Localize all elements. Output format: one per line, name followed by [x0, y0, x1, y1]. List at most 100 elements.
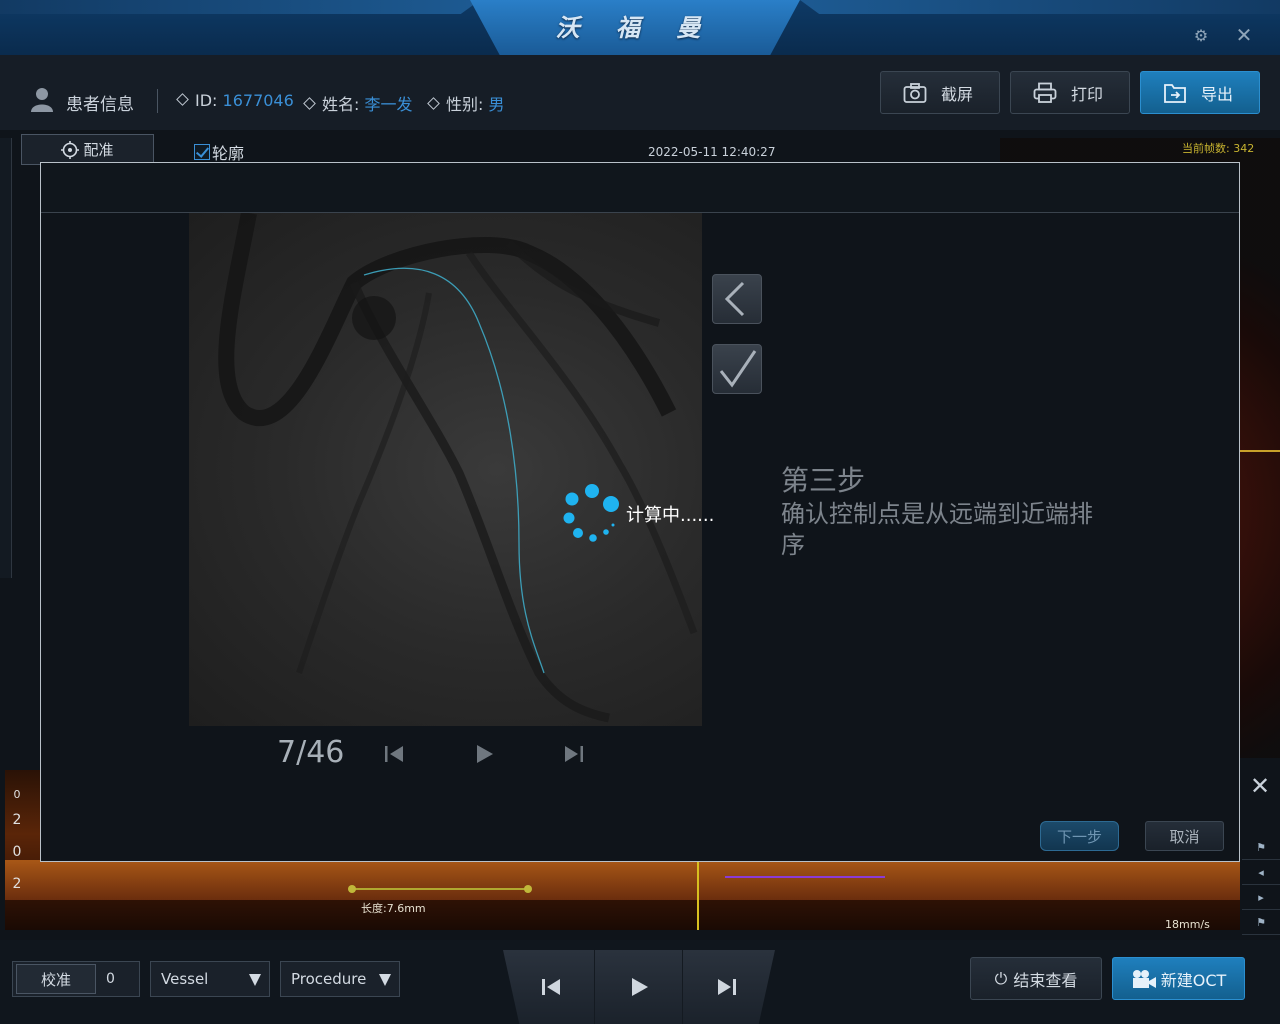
patient-name-value: 李一发: [364, 95, 413, 114]
close-icon[interactable]: ✕: [1234, 25, 1254, 45]
longitudinal-controls: ⚑ ◂ ▸ ⚑: [1242, 835, 1280, 935]
vessel-select[interactable]: Vessel: [150, 961, 270, 997]
export-label: 导出: [1201, 84, 1234, 104]
bottom-bar: 校准 0 Vessel Procedure ⏻ 结束查看 新建OCT: [0, 940, 1280, 1024]
patient-gender-value: 男: [488, 95, 505, 114]
print-label: 打印: [1071, 84, 1104, 104]
calibrate-value: 0: [106, 971, 115, 987]
play-icon[interactable]: [473, 743, 495, 765]
diamond-icon: [427, 97, 440, 110]
register-label: 配准: [83, 141, 114, 159]
checkbox-checked-icon[interactable]: [194, 144, 210, 160]
step-description: 确认控制点是从远端到近端排序: [781, 500, 1093, 559]
flag-remove-icon[interactable]: ⚑: [1242, 910, 1280, 935]
new-oct-label: 新建OCT: [1160, 970, 1227, 990]
title-bar: 沃 福 曼 ⚙ ✕: [0, 0, 1280, 55]
frame-count: 当前帧数: 342: [1182, 142, 1255, 155]
length-measurement[interactable]: [348, 885, 532, 893]
app-window: 沃 福 曼 ⚙ ✕ 患者信息 ID: 1677046 姓名: 李一发 性别: 男…: [0, 0, 1280, 1024]
marker-line: [1240, 450, 1280, 452]
diamond-icon: [303, 97, 316, 110]
patient-gender-field: 性别: 男: [427, 91, 505, 115]
printer-icon: [1033, 82, 1057, 103]
power-icon: ⏻: [994, 968, 1008, 988]
play-button[interactable]: [595, 950, 683, 1024]
axis-tick: 2: [12, 812, 22, 828]
axis-tick: 0: [12, 844, 22, 860]
step-instructions: 第三步 确认控制点是从远端到近端排序: [781, 463, 1111, 561]
export-button[interactable]: 导出: [1140, 71, 1260, 114]
title-stripe-right: [800, 0, 1280, 14]
chevron-left-icon: [724, 281, 745, 317]
procedure-select-value: Procedure: [291, 970, 367, 988]
pullback-speed: 18mm/s: [1165, 918, 1210, 931]
loading-spinner-icon: [563, 484, 619, 542]
confirm-button[interactable]: [712, 344, 762, 394]
current-frame-marker[interactable]: [697, 850, 699, 930]
play-icon: [631, 978, 648, 996]
step-right-icon[interactable]: ▸: [1242, 885, 1280, 910]
patient-info-title: 患者信息: [66, 95, 134, 115]
contour-checkbox[interactable]: 轮廓: [194, 140, 244, 164]
loading-text: 计算中......: [626, 505, 715, 526]
axis-tick: 0: [13, 788, 21, 801]
user-icon: [31, 88, 53, 112]
print-button[interactable]: 打印: [1010, 71, 1130, 114]
video-camera-icon: [1132, 969, 1156, 988]
close-longitudinal-icon[interactable]: ✕: [1250, 774, 1272, 798]
contour-label: 轮廓: [212, 144, 245, 163]
vessel-wall-band: [5, 860, 1240, 900]
purple-measurement[interactable]: [725, 876, 885, 878]
length-label: 长度:7.6mm: [361, 902, 426, 915]
next-frame-icon: [718, 979, 736, 995]
camera-icon: [903, 82, 927, 103]
step-title: 第三步: [781, 464, 866, 497]
gear-icon[interactable]: ⚙: [1191, 26, 1211, 46]
vessel-select-value: Vessel: [161, 970, 209, 988]
patient-name-field: 姓名: 李一发: [303, 91, 413, 115]
register-button[interactable]: 配准: [21, 134, 154, 165]
coronary-vessels-image: [218, 213, 698, 723]
angiography-image[interactable]: [189, 213, 702, 726]
next-frame-icon[interactable]: [563, 743, 585, 765]
folder-export-icon: [1164, 83, 1186, 103]
patient-id-label: ID:: [195, 91, 218, 110]
dropdown-arrow-icon: [249, 974, 261, 986]
axis-tick: 2: [12, 876, 22, 892]
registration-dialog: 计算中...... 第三步 确认控制点是从远端到近端排序 7/46 下一步 取消: [40, 162, 1240, 862]
new-oct-button[interactable]: 新建OCT: [1112, 957, 1245, 1000]
title-stripe-left: [0, 0, 480, 14]
previous-frame-icon: [541, 979, 560, 995]
dropdown-arrow-icon: [379, 974, 391, 986]
patient-gender-label: 性别:: [446, 95, 484, 114]
screenshot-button[interactable]: 截屏: [880, 71, 1000, 114]
playback-controls: [503, 950, 775, 1024]
flag-icon[interactable]: ⚑: [1242, 835, 1280, 860]
patient-name-label: 姓名:: [322, 95, 360, 114]
brand-logo: 沃 福 曼: [555, 14, 715, 42]
previous-frame-icon[interactable]: [383, 743, 405, 765]
divider: [157, 89, 158, 113]
cancel-button[interactable]: 取消: [1145, 821, 1224, 851]
screenshot-label: 截屏: [941, 84, 974, 104]
back-button[interactable]: [712, 274, 762, 324]
step-left-icon[interactable]: ◂: [1242, 860, 1280, 885]
frame-indicator: 7/46: [277, 735, 345, 770]
next-step-button[interactable]: 下一步: [1040, 821, 1119, 851]
dialog-header: [41, 163, 1239, 213]
patient-bar: 患者信息 ID: 1677046 姓名: 李一发 性别: 男 截屏 打印 导出: [0, 55, 1280, 130]
left-tool-strip: [0, 138, 12, 578]
next-frame-button[interactable]: [683, 950, 771, 1024]
patient-id-field: ID: 1677046: [176, 91, 294, 110]
end-review-label: 结束查看: [1013, 970, 1078, 990]
procedure-select[interactable]: Procedure: [280, 961, 400, 997]
patient-id-value: 1677046: [222, 91, 294, 110]
previous-frame-button[interactable]: [507, 950, 595, 1024]
acquisition-datetime: 2022-05-11 12:40:27: [648, 145, 776, 159]
calibrate-group: 校准 0: [12, 961, 140, 997]
checkmark-icon: [719, 350, 757, 388]
calibrate-button[interactable]: 校准: [16, 964, 96, 994]
target-icon: [61, 140, 80, 159]
diamond-icon: [176, 93, 189, 106]
end-review-button[interactable]: ⏻ 结束查看: [970, 957, 1102, 1000]
